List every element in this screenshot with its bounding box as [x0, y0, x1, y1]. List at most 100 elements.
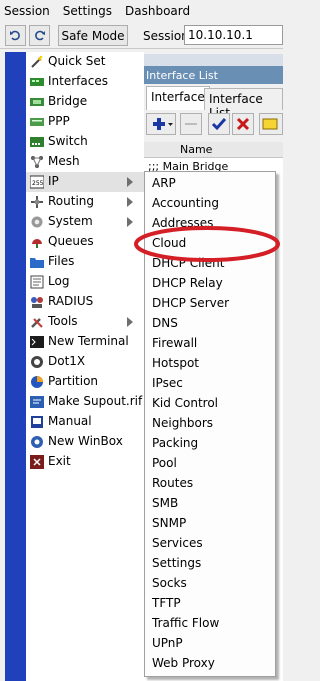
radius-icon [31, 297, 43, 308]
menu-item-ppp[interactable]: PPP [26, 112, 144, 132]
menu-item-exit[interactable]: Exit [26, 452, 144, 472]
manual-icon [31, 416, 43, 428]
menu-label: System [48, 214, 93, 228]
submenu-item-firewall[interactable]: Firewall [145, 334, 275, 354]
submenu-item-kid-control[interactable]: Kid Control [145, 394, 275, 414]
submenu-label: Services [152, 536, 203, 550]
submenu-label: Socks [152, 576, 187, 590]
submenu-item-dhcp-relay[interactable]: DHCP Relay [145, 274, 275, 294]
submenu-item-tftp[interactable]: TFTP [145, 594, 275, 614]
redo-button[interactable] [29, 25, 50, 46]
undo-button[interactable] [5, 25, 26, 46]
menu-settings[interactable]: Settings [63, 4, 112, 18]
menu-label: Tools [48, 314, 78, 328]
submenu-label: DHCP Client [152, 256, 225, 270]
safe-mode-button[interactable]: Safe Mode [58, 25, 128, 46]
submenu-label: Traffic Flow [152, 616, 220, 630]
winbox-icon [31, 436, 43, 448]
disable-button[interactable] [232, 113, 254, 135]
submenu-item-arp[interactable]: ARP [145, 174, 275, 194]
submenu-item-dhcp-client[interactable]: DHCP Client [145, 254, 275, 274]
tab-interface-list[interactable]: Interface List [204, 88, 283, 120]
tab-interface[interactable]: Interface [146, 86, 210, 110]
exit-icon [30, 455, 44, 469]
menu-item-interfaces[interactable]: Interfaces [26, 72, 144, 92]
svg-text:255: 255 [32, 180, 44, 187]
submenu-item-dhcp-server[interactable]: DHCP Server [145, 294, 275, 314]
menu-item-radius[interactable]: RADIUS [26, 292, 144, 312]
submenu-item-packing[interactable]: Packing [145, 434, 275, 454]
menu-item-dot1x[interactable]: Dot1X [26, 352, 144, 372]
submenu-label: Web Proxy [152, 656, 215, 670]
tab-bar: Interface Interface List [142, 84, 283, 120]
supout-icon [30, 396, 44, 408]
toolbar: Safe Mode Session: 10.10.10.1 [0, 22, 283, 49]
menu-item-quick-set[interactable]: Quick Set [26, 52, 144, 72]
session-field[interactable]: 10.10.10.1 [184, 25, 283, 45]
submenu-item-addresses[interactable]: Addresses [145, 214, 275, 234]
submenu-arrow-icon [127, 177, 133, 187]
submenu-item-smb[interactable]: SMB [145, 494, 275, 514]
menu-dashboard[interactable]: Dashboard [125, 4, 190, 18]
submenu-label: Hotspot [152, 356, 199, 370]
enable-button[interactable] [208, 113, 230, 135]
menu-label: Queues [48, 234, 94, 248]
menu-item-partition[interactable]: Partition [26, 372, 144, 392]
submenu-item-snmp[interactable]: SNMP [145, 514, 275, 534]
menu-session[interactable]: Session [4, 4, 50, 18]
remove-button[interactable] [180, 113, 202, 135]
submenu-item-web-proxy[interactable]: Web Proxy [145, 654, 275, 674]
submenu-label: DNS [152, 316, 178, 330]
add-button[interactable] [146, 113, 176, 135]
submenu-item-pool[interactable]: Pool [145, 454, 275, 474]
menu-item-switch[interactable]: Switch [26, 132, 144, 152]
submenu-item-routes[interactable]: Routes [145, 474, 275, 494]
submenu-label: UPnP [152, 636, 183, 650]
submenu-item-accounting[interactable]: Accounting [145, 194, 275, 214]
menu-item-mesh[interactable]: Mesh [26, 152, 144, 172]
submenu-item-neighbors[interactable]: Neighbors [145, 414, 275, 434]
column-header-name[interactable]: Name [180, 143, 212, 156]
comment-button[interactable] [259, 113, 283, 135]
submenu-item-hotspot[interactable]: Hotspot [145, 354, 275, 374]
menu-item-new-winbox[interactable]: New WinBox [26, 432, 144, 452]
menu-item-tools[interactable]: Tools [26, 312, 144, 332]
menu-label: Partition [48, 374, 99, 388]
menu-label: Dot1X [48, 354, 86, 368]
redo-icon [35, 30, 45, 41]
submenu-item-ipsec[interactable]: IPsec [145, 374, 275, 394]
submenu-arrow-icon [127, 317, 133, 327]
system-icon [31, 216, 43, 228]
list-header: Name [142, 142, 283, 158]
submenu-item-dns[interactable]: DNS [145, 314, 275, 334]
partition-icon [31, 376, 43, 388]
submenu-label: Accounting [152, 196, 220, 210]
submenu-item-traffic-flow[interactable]: Traffic Flow [145, 614, 275, 634]
menu-item-queues[interactable]: Queues [26, 232, 144, 252]
undo-icon [10, 30, 20, 41]
menu-label: Routing [48, 194, 95, 208]
submenu-item-settings[interactable]: Settings [145, 554, 275, 574]
submenu-label: IPsec [152, 376, 183, 390]
menu-item-bridge[interactable]: Bridge [26, 92, 144, 112]
menu-item-manual[interactable]: Manual [26, 412, 144, 432]
submenu-item-services[interactable]: Services [145, 534, 275, 554]
submenu-item-socks[interactable]: Socks [145, 574, 275, 594]
menu-item-routing[interactable]: Routing [26, 192, 144, 212]
menu-item-system[interactable]: System [26, 212, 144, 232]
check-icon [211, 118, 227, 131]
window-caption: Interface List [142, 66, 283, 84]
menu-item-log[interactable]: Log [26, 272, 144, 292]
quick-set-icon [31, 55, 43, 68]
menu-item-ip[interactable]: 255 IP [26, 172, 144, 192]
submenu-item-cloud[interactable]: Cloud [145, 234, 275, 254]
menu-item-make-supout[interactable]: Make Supout.rif [26, 392, 144, 412]
submenu-arrow-icon [127, 197, 133, 207]
submenu-item-upnp[interactable]: UPnP [145, 634, 275, 654]
mesh-icon [31, 156, 43, 168]
submenu-label: Settings [152, 556, 202, 570]
menu-item-files[interactable]: Files [26, 252, 144, 272]
files-icon [30, 258, 44, 268]
menu-item-new-terminal[interactable]: New Terminal [26, 332, 144, 352]
menu-label: PPP [48, 114, 70, 128]
